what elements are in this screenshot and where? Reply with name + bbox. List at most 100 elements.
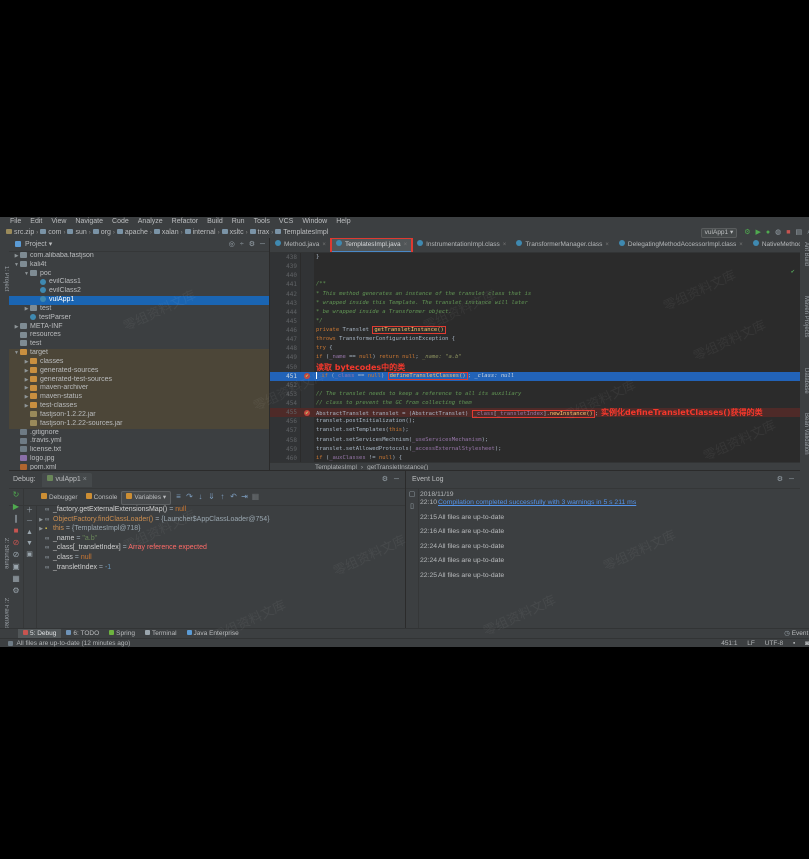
tree-expand-arrow[interactable]: ▼ <box>13 261 20 270</box>
menu-item-refactor[interactable]: Refactor <box>172 218 198 225</box>
editor-tab[interactable]: Method.java× <box>270 238 331 251</box>
tree-item[interactable]: ▼target <box>9 349 269 358</box>
code-line[interactable]: 441 /** <box>270 280 800 289</box>
tree-item[interactable]: .gitignore <box>9 429 269 438</box>
close-tab-icon[interactable]: × <box>322 242 326 248</box>
code-line[interactable]: 457 translet.setTemplates(this); <box>270 426 800 435</box>
tree-expand-arrow[interactable]: ▶ <box>23 358 30 367</box>
tree-item[interactable]: test <box>9 340 269 349</box>
force-step-into-icon[interactable]: ⇓ <box>206 489 217 505</box>
tree-expand-arrow[interactable]: ▶ <box>13 252 20 261</box>
tree-item[interactable]: ▶test-classes <box>9 402 269 411</box>
build-icon[interactable]: ⚙ <box>744 229 750 236</box>
project-structure-icon[interactable]: ▤ <box>795 229 802 236</box>
variable-row[interactable]: ▶▪this = {TemplatesImpl@718} <box>37 524 405 534</box>
editor-tab[interactable]: NativeMethodAccessorImpl.class× <box>748 238 800 251</box>
drop-frame-icon[interactable]: ↶ <box>228 489 239 505</box>
variable-row[interactable]: ∞_class = null <box>37 553 405 563</box>
variable-row[interactable]: ∞_name = "a.b" <box>37 534 405 544</box>
menu-item-code[interactable]: Code <box>112 218 129 225</box>
code-line[interactable]: 455✔ AbstractTranslet translet = (Abstra… <box>270 408 800 417</box>
tree-item[interactable]: ▼poc <box>9 270 269 279</box>
variable-row[interactable]: ∞_factory.getExternalExtensionsMap() = n… <box>37 505 405 515</box>
tree-item[interactable]: .travis.yml <box>9 437 269 446</box>
code-line[interactable]: 452 <box>270 381 800 390</box>
show-execution-point-icon[interactable]: ≡ <box>173 489 184 505</box>
duplicate-icon[interactable]: ▣ <box>23 549 36 560</box>
tree-expand-arrow[interactable]: ▶ <box>23 376 30 385</box>
code-line[interactable]: 453 // The translet needs to keep a refe… <box>270 390 800 399</box>
tree-expand-arrow[interactable]: ▶ <box>13 323 20 332</box>
locate-icon[interactable]: ◎ <box>229 241 235 248</box>
collapse-all-icon[interactable]: ÷ <box>240 241 244 248</box>
code-line[interactable]: 446 private Translet getTransletInstance… <box>270 326 800 335</box>
menu-item-window[interactable]: Window <box>302 218 327 225</box>
stop-icon[interactable]: ■ <box>9 525 23 537</box>
tool-window-button[interactable]: Bean Validation <box>803 413 809 455</box>
menu-item-build[interactable]: Build <box>207 218 223 225</box>
close-tab-icon[interactable]: × <box>503 242 507 248</box>
evaluate-expression-icon[interactable]: ▦ <box>250 489 261 505</box>
tree-expand-arrow[interactable]: ▶ <box>23 402 30 411</box>
tree-item[interactable]: ▶classes <box>9 358 269 367</box>
code-line[interactable]: 444 * be wrapped inside a Transformer ob… <box>270 308 800 317</box>
code-line[interactable]: 440 <box>270 271 800 280</box>
debug-tab-debugger[interactable]: Debugger <box>37 490 82 506</box>
code-line[interactable]: 439 <box>270 262 800 271</box>
tree-item[interactable]: ▶META-INF <box>9 323 269 332</box>
menu-item-vcs[interactable]: VCS <box>279 218 293 225</box>
move-down-icon[interactable]: ▼ <box>23 538 36 549</box>
breadcrumb-item[interactable]: apache <box>117 229 148 236</box>
code-line[interactable]: 451✔ if (_class == null) defineTransletC… <box>270 372 800 381</box>
tree-item[interactable]: vulApp1 <box>9 296 269 305</box>
breadcrumb-item[interactable]: TemplatesImpl <box>275 229 328 236</box>
editor-tab[interactable]: InstrumentationImpl.class× <box>412 238 511 251</box>
caret-position[interactable]: 451:1 <box>721 640 737 647</box>
breadcrumb-item[interactable]: trax <box>250 229 270 236</box>
hector-icon[interactable]: ◙ <box>805 640 809 647</box>
variable-row[interactable]: ▶∞ObjectFactory.findClassLoader() = {Lau… <box>37 515 405 525</box>
event-link[interactable]: Compilation completed successfully with … <box>438 499 636 506</box>
thread-dump-icon[interactable]: ▣ <box>9 561 23 573</box>
breadcrumb-item[interactable]: xsltc <box>222 229 244 236</box>
hide-icon[interactable]: ─ <box>789 476 794 483</box>
tree-item[interactable]: ▼kali4t <box>9 261 269 270</box>
stop-icon[interactable]: ■ <box>786 229 790 236</box>
step-over-icon[interactable]: ↷ <box>184 489 195 505</box>
debug-session-tab[interactable]: vulApp1 × <box>42 473 92 487</box>
hide-icon[interactable]: ─ <box>260 241 265 248</box>
remove-watch-icon[interactable]: － <box>23 516 36 527</box>
settings-icon[interactable]: ⚙ <box>249 241 255 248</box>
editor-tab[interactable]: DelegatingMethodAccessorImpl.class× <box>614 238 748 251</box>
run-icon[interactable]: ▶ <box>755 229 760 236</box>
tool-window-button[interactable]: Ant Build <box>803 242 809 266</box>
code-line[interactable]: 460 if (_auxClasses != null) { <box>270 454 800 462</box>
tree-item[interactable]: fastjson-1.2.22-sources.jar <box>9 420 269 429</box>
code-area[interactable]: ✔ 438 }439440441 /**442 * This method ge… <box>270 253 800 462</box>
rerun-icon[interactable]: ↻ <box>9 489 23 501</box>
menu-item-analyze[interactable]: Analyze <box>138 218 163 225</box>
close-tab-icon[interactable]: × <box>605 242 609 248</box>
debug-tab-console[interactable]: Console <box>82 490 122 506</box>
coverage-icon[interactable]: ◍ <box>775 229 781 236</box>
hide-icon[interactable]: ─ <box>394 476 399 483</box>
line-separator[interactable]: LF <box>747 640 755 647</box>
tree-item[interactable]: ▶generated-test-sources <box>9 376 269 385</box>
breadcrumb-item[interactable]: internal <box>185 229 216 236</box>
tree-item[interactable]: evilClass1 <box>9 278 269 287</box>
file-encoding[interactable]: UTF-8 <box>765 640 783 647</box>
variable-row[interactable]: ∞_class[_transletIndex] = Array referenc… <box>37 543 405 553</box>
settings-icon[interactable]: ⚙ <box>382 476 388 483</box>
tree-expand-arrow[interactable]: ▼ <box>13 349 20 358</box>
clear-log-icon[interactable]: ▯ <box>406 501 418 513</box>
restore-layout-icon[interactable]: ▦ <box>9 573 23 585</box>
run-to-cursor-icon[interactable]: ⇥ <box>239 489 250 505</box>
code-line[interactable]: 459 translet.setAllowedProtocols(_access… <box>270 445 800 454</box>
code-line[interactable]: 458 translet.setServicesMechnism(_useSer… <box>270 436 800 445</box>
tree-expand-arrow[interactable]: ▶ <box>23 393 30 402</box>
code-line[interactable]: 450 读取 bytecodes中的类 <box>270 363 800 372</box>
menu-item-edit[interactable]: Edit <box>30 218 42 225</box>
settings-icon[interactable]: ⚙ <box>9 585 23 597</box>
tree-expand-arrow[interactable]: ▶ <box>23 367 30 376</box>
editor-tab[interactable]: TemplatesImpl.java× <box>331 238 412 253</box>
